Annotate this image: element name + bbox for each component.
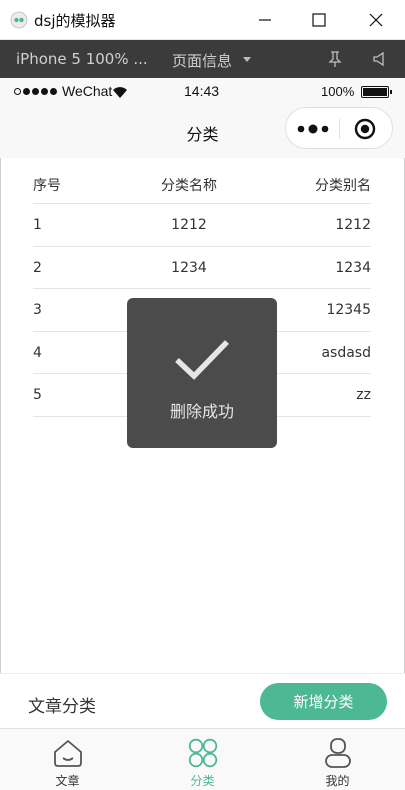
tab-bar: 文章 分类 我的 <box>0 728 405 790</box>
row-alias: 1212 <box>335 217 371 233</box>
house-icon <box>54 740 82 767</box>
minimize-icon <box>259 19 271 21</box>
row-alias: asdasd <box>321 344 371 361</box>
toast-message: 删除成功 <box>169 402 234 421</box>
grid-icon <box>188 738 218 768</box>
minimize-button[interactable] <box>242 6 288 34</box>
table-row[interactable]: 1 1212 1212 <box>33 204 371 247</box>
simulator-toolbar: iPhone 5 100% ... 页面信息 <box>0 40 405 78</box>
row-alias: zz <box>356 387 371 403</box>
tab-categories[interactable]: 分类 <box>135 729 270 790</box>
status-time: 14:43 <box>184 83 220 99</box>
pin-icon[interactable] <box>325 49 345 69</box>
speaker-icon[interactable] <box>370 49 390 69</box>
row-index: 3 <box>33 302 42 318</box>
signal-icon <box>14 88 57 95</box>
battery-icon <box>361 86 392 98</box>
maximize-icon <box>312 13 326 27</box>
user-icon <box>325 738 351 768</box>
row-index: 5 <box>33 387 42 403</box>
window-title-bar: dsj的模拟器 <box>0 0 405 40</box>
device-selector[interactable]: iPhone 5 100% ... <box>16 50 148 68</box>
row-name: 1234 <box>171 259 207 276</box>
header-category-name: 分类名称 <box>161 178 217 194</box>
carrier-name: WeChat <box>62 83 113 99</box>
close-button[interactable] <box>353 6 399 34</box>
row-alias: 1234 <box>335 259 371 276</box>
checkmark-icon <box>175 340 229 380</box>
row-index: 4 <box>33 344 42 361</box>
menu-capsule <box>285 107 393 149</box>
tab-me[interactable]: 我的 <box>270 729 405 790</box>
close-icon <box>369 13 383 27</box>
tab-label: 分类 <box>190 774 215 788</box>
phone-status-bar: WeChat 14:43 100% <box>0 78 405 106</box>
navigation-bar: 分类 <box>0 106 405 158</box>
page-info-menu[interactable]: 页面信息 <box>172 50 232 71</box>
row-name: 1212 <box>171 217 207 233</box>
row-alias: 12345 <box>326 302 371 318</box>
success-toast: 删除成功 <box>127 298 277 448</box>
close-mini-program-icon[interactable] <box>354 118 376 140</box>
header-category-alias: 分类别名 <box>315 178 371 194</box>
add-category-button[interactable]: 新增分类 <box>260 683 387 720</box>
maximize-button[interactable] <box>296 6 342 34</box>
section-label: 文章分类 <box>28 697 96 717</box>
window-title: dsj的模拟器 <box>34 12 116 30</box>
tab-articles[interactable]: 文章 <box>0 729 135 790</box>
more-icon[interactable] <box>297 124 329 134</box>
wifi-icon <box>113 87 127 98</box>
tab-label: 我的 <box>325 774 350 788</box>
action-bar: 文章分类 新增分类 <box>0 673 405 728</box>
battery-percent: 100% <box>321 84 355 99</box>
table-row[interactable]: 2 1234 1234 <box>33 247 371 289</box>
table-header-row: 序号 分类名称 分类别名 <box>33 162 371 204</box>
wechat-devtools-logo-icon <box>10 11 28 29</box>
capsule-divider <box>339 119 340 139</box>
tab-label: 文章 <box>55 774 80 788</box>
chevron-down-icon <box>243 57 251 62</box>
